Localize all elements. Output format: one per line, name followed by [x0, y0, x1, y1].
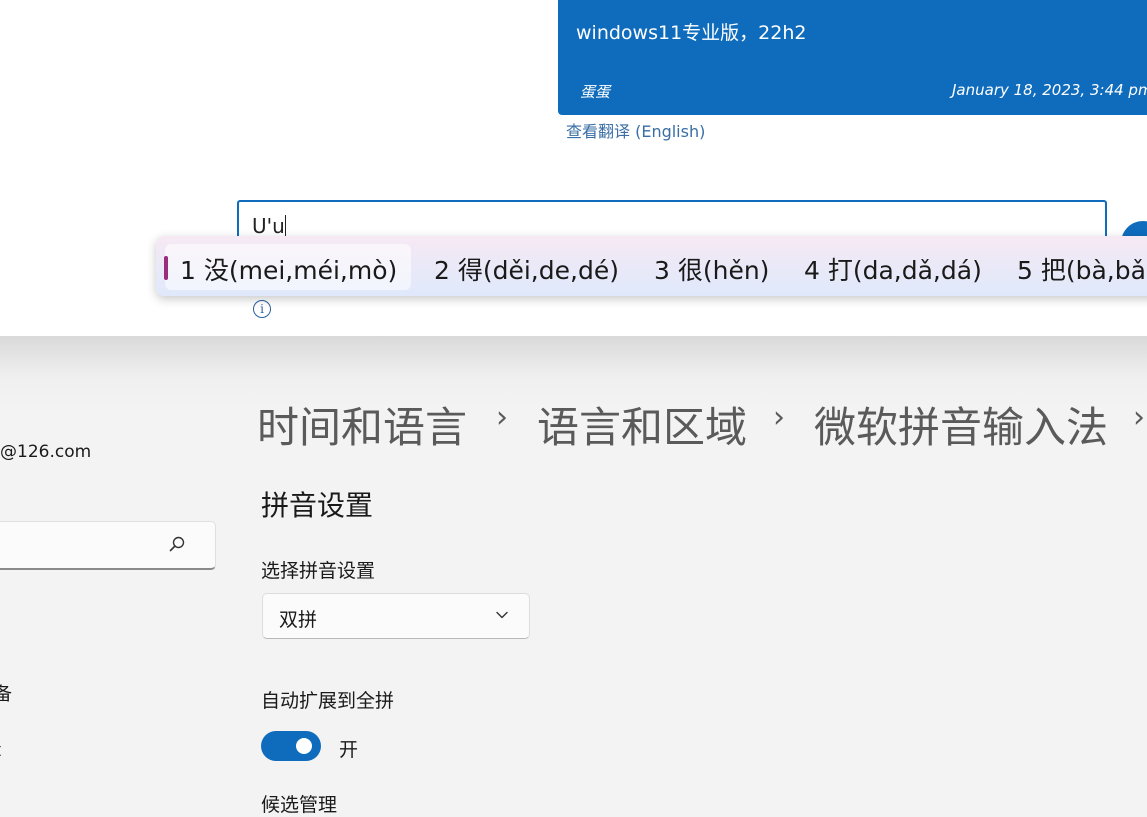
candidate-management-label: 候选管理 [261, 794, 338, 816]
toggle-state-label: 开 [339, 739, 359, 761]
auto-expand-toggle[interactable] [261, 731, 321, 761]
search-icon[interactable] [169, 536, 185, 552]
ime-candidate[interactable]: 5 把(bà,bǎ) [1017, 251, 1147, 287]
breadcrumb-item-time-language[interactable]: 时间和语言 [257, 394, 467, 455]
ime-selection-indicator [164, 256, 168, 280]
section-title: 拼音设置 [261, 489, 374, 522]
ime-candidate[interactable]: 2 得(děi,de,dé) [434, 251, 619, 287]
breadcrumb-item-ime: 微软拼音输入法 [814, 403, 1109, 452]
settings-window: @126.com 备 t 时间和语言 › 语言和区域 › 微软拼音输入法 › 拼… [0, 336, 1147, 816]
reply-input-value: U'u [252, 214, 285, 238]
account-email: @126.com [0, 442, 92, 462]
breadcrumb-separator: › [496, 400, 508, 435]
breadcrumb-separator: › [1133, 400, 1145, 435]
ime-candidate[interactable]: 4 打(da,dǎ,dá) [804, 251, 982, 287]
settings-search-input[interactable] [0, 521, 216, 570]
sidebar-item[interactable]: t [0, 740, 1, 761]
translate-link[interactable]: 查看翻译 (English) [566, 118, 705, 142]
message-timestamp: January 18, 2023, 3:44 pm [952, 81, 1147, 99]
text-caret [284, 215, 286, 237]
pinyin-setting-dropdown[interactable]: 双拼 [262, 593, 530, 639]
dropdown-value: 双拼 [279, 609, 318, 631]
chevron-down-icon [496, 611, 508, 619]
auto-expand-label: 自动扩展到全拼 [261, 690, 395, 712]
breadcrumb-item-language-region[interactable]: 语言和区域 [537, 394, 747, 455]
message-author: 蛋蛋 [580, 83, 611, 101]
toggle-knob [296, 738, 312, 754]
pinyin-setting-label: 选择拼音设置 [261, 560, 376, 582]
message-bubble: windows11专业版，22h2 蛋蛋 January 18, 2023, 3… [558, 0, 1147, 115]
ime-candidate[interactable]: 1 没(mei,méi,mò) [180, 251, 397, 287]
message-text: windows11专业版，22h2 [576, 22, 807, 44]
breadcrumb-separator: › [773, 400, 785, 435]
info-icon[interactable]: i [253, 300, 271, 318]
sidebar-item[interactable]: 备 [0, 680, 12, 706]
ime-candidate-window: 1 没(mei,méi,mò) 2 得(děi,de,dé) 3 很(hěn) … [156, 236, 1147, 296]
ime-candidate[interactable]: 3 很(hěn) [654, 251, 769, 287]
